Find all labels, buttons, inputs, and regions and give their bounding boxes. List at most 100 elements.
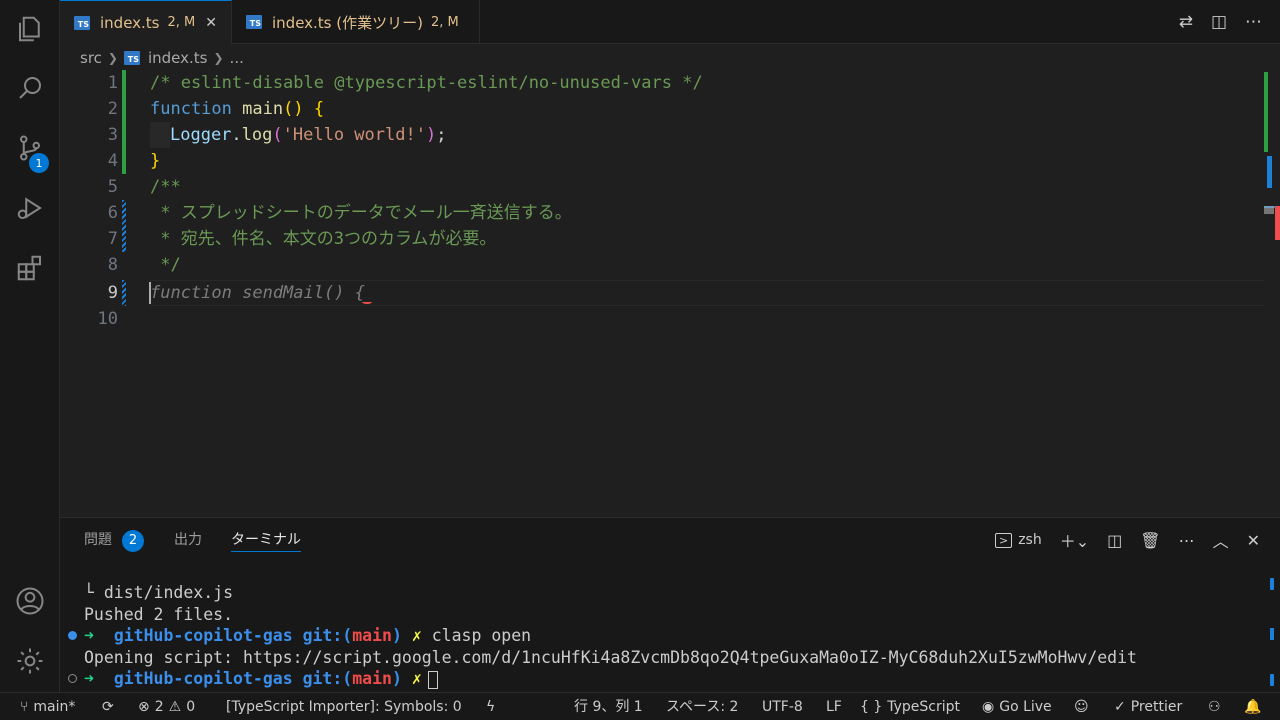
close-panel-icon[interactable]: ✕ — [1247, 531, 1260, 550]
breadcrumb-folder[interactable]: src — [80, 49, 102, 67]
copilot-icon[interactable]: ☺ — [1074, 693, 1089, 720]
trash-icon[interactable]: 🗑 — [1140, 531, 1160, 550]
code-editor[interactable]: 1 2 3 4 5 6 7 8 9 10 /* eslint-disable @… — [60, 70, 1280, 516]
warning-count: 0 — [186, 699, 196, 715]
bottom-panel: 問題 2 出力 ターミナル > zsh ＋⌄ ◫ 🗑 ⋯ ︿ ✕ └ dist/in… — [60, 517, 1280, 692]
line-number: 2 — [107, 99, 118, 119]
prompt-branch: main — [352, 669, 392, 688]
maximize-panel-icon[interactable]: ︿ — [1213, 528, 1229, 552]
scroll-marker — [1270, 578, 1274, 590]
indentation[interactable]: スペース: 2 — [666, 693, 738, 720]
explorer-icon[interactable] — [0, 4, 60, 54]
code-token: 'Hello world!' — [282, 125, 426, 145]
terminal-command: clasp open — [431, 626, 532, 645]
code-token: () — [283, 99, 304, 119]
split-terminal-icon[interactable]: ◫ — [1107, 531, 1122, 550]
prettier-label: Prettier — [1130, 699, 1183, 715]
terminal-cursor — [427, 670, 438, 689]
tab-index-ts-worktree[interactable]: TS index.ts (作業ツリー) 2, M — [232, 0, 480, 44]
code-token: . — [231, 125, 242, 145]
tab-problems-label: 問題 — [84, 532, 112, 548]
chevron-right-icon: ❯ — [213, 51, 224, 65]
tab-label: index.ts (作業ツリー) — [272, 13, 423, 32]
error-count: 2 — [154, 699, 164, 715]
more-actions-icon[interactable]: ⋯ — [1245, 12, 1262, 32]
command-success-dot — [68, 631, 77, 640]
prompt-git-close: ) — [391, 626, 402, 645]
cursor-position[interactable]: 行 9、列 1 — [574, 693, 643, 720]
branch-name: main* — [33, 699, 76, 715]
prompt-dirty-mark: ✗ — [411, 626, 422, 645]
prompt-git: git:( — [302, 669, 353, 688]
editor-scrollbar[interactable] — [1264, 70, 1280, 516]
typescript-importer-status[interactable]: [TypeScript Importer]: Symbols: 0 — [226, 693, 462, 720]
tab-problems[interactable]: 問題 2 — [84, 528, 144, 552]
breadcrumb-more[interactable]: ... — [230, 49, 244, 67]
status-bar: ⑂ main* ⟳ ⊗ 2 ⚠ 0 [TypeScript Importer]: Sym… — [0, 692, 1280, 720]
added-lines-marker — [122, 70, 126, 174]
source-control-icon[interactable]: 1 — [0, 123, 60, 173]
code-line: /** — [150, 177, 181, 197]
error-squiggle — [362, 300, 372, 304]
line-number: 1 — [107, 73, 118, 93]
compare-changes-icon[interactable]: ⇄ — [1179, 12, 1193, 32]
line-number: 3 — [107, 125, 118, 145]
prompt-arrow: ➜ — [84, 669, 94, 688]
go-live-button[interactable]: ◉ Go Live — [982, 693, 1052, 720]
language-mode[interactable]: { } TypeScript — [860, 693, 960, 720]
terminal-output[interactable]: └ dist/index.js Pushed 2 files. ➜ gitHub… — [68, 582, 1137, 690]
tab-terminal[interactable]: ターミナル — [231, 528, 301, 552]
notifications-icon[interactable]: 🔔 — [1244, 693, 1261, 720]
terminal-line: └ dist/index.js — [84, 583, 234, 602]
code-token: ; — [436, 125, 447, 145]
terminal-line: ➜ gitHub-copilot-gas git:(main) ✗ clasp … — [68, 625, 1137, 647]
gear-icon[interactable] — [0, 636, 60, 686]
overview-error-marker — [1275, 206, 1280, 240]
prompt-arrow: ➜ — [84, 626, 94, 645]
split-editor-icon[interactable]: ◫ — [1211, 12, 1227, 32]
feedback-icon[interactable]: ⚇ — [1208, 693, 1221, 720]
command-pending-dot — [68, 674, 77, 683]
search-icon[interactable] — [0, 63, 60, 113]
problems-indicator[interactable]: ⊗ 2 ⚠ 0 — [138, 693, 195, 720]
panel-actions: > zsh ＋⌄ ◫ 🗑 ⋯ ︿ ✕ — [994, 528, 1260, 552]
add-terminal-icon[interactable]: ＋⌄ — [1060, 528, 1089, 552]
terminal-shell-selector[interactable]: > zsh — [994, 532, 1042, 548]
code-line: * 宛先、件名、本文の3つのカラムが必要。 — [150, 229, 497, 249]
language-name: TypeScript — [887, 699, 961, 715]
scm-badge: 1 — [29, 153, 49, 173]
end-of-line[interactable]: LF — [826, 693, 842, 720]
account-icon[interactable] — [0, 576, 60, 626]
lightning-icon[interactable]: ϟ — [486, 693, 495, 720]
run-debug-icon[interactable] — [0, 183, 60, 233]
check-icon: ✓ — [1114, 699, 1126, 715]
line-number: 10 — [97, 309, 118, 329]
modified-lines-marker — [122, 280, 126, 306]
code-token: ( — [272, 125, 283, 145]
sync-icon[interactable]: ⟳ — [102, 693, 114, 720]
go-live-label: Go Live — [999, 699, 1052, 715]
terminal-scrollbar[interactable] — [1264, 578, 1280, 693]
more-actions-icon[interactable]: ⋯ — [1179, 531, 1195, 550]
modified-lines-marker — [122, 200, 126, 252]
code-token: ) — [425, 125, 437, 145]
breadcrumb-file[interactable]: index.ts — [148, 49, 208, 67]
line-number: 4 — [107, 151, 118, 171]
code-token: { — [313, 99, 325, 119]
encoding[interactable]: UTF-8 — [762, 693, 803, 720]
tab-index-ts[interactable]: TS index.ts 2, M ✕ — [60, 0, 232, 44]
overview-slider — [1264, 206, 1274, 214]
editor-actions: ⇄ ◫ ⋯ — [1179, 0, 1262, 44]
close-icon[interactable]: ✕ — [205, 15, 217, 31]
terminal-line: Pushed 2 files. — [84, 604, 234, 624]
branch-indicator[interactable]: ⑂ main* — [20, 693, 75, 720]
broadcast-icon: ◉ — [982, 699, 995, 715]
code-line: */ — [150, 255, 181, 275]
prettier-status[interactable]: ✓ Prettier — [1114, 693, 1182, 720]
extensions-icon[interactable] — [0, 243, 60, 293]
line-number: 9 — [107, 283, 118, 303]
problems-count-badge: 2 — [122, 530, 144, 552]
tab-output[interactable]: 出力 — [174, 528, 202, 552]
line-number: 6 — [107, 203, 118, 223]
terminal-icon: > — [994, 532, 1013, 548]
